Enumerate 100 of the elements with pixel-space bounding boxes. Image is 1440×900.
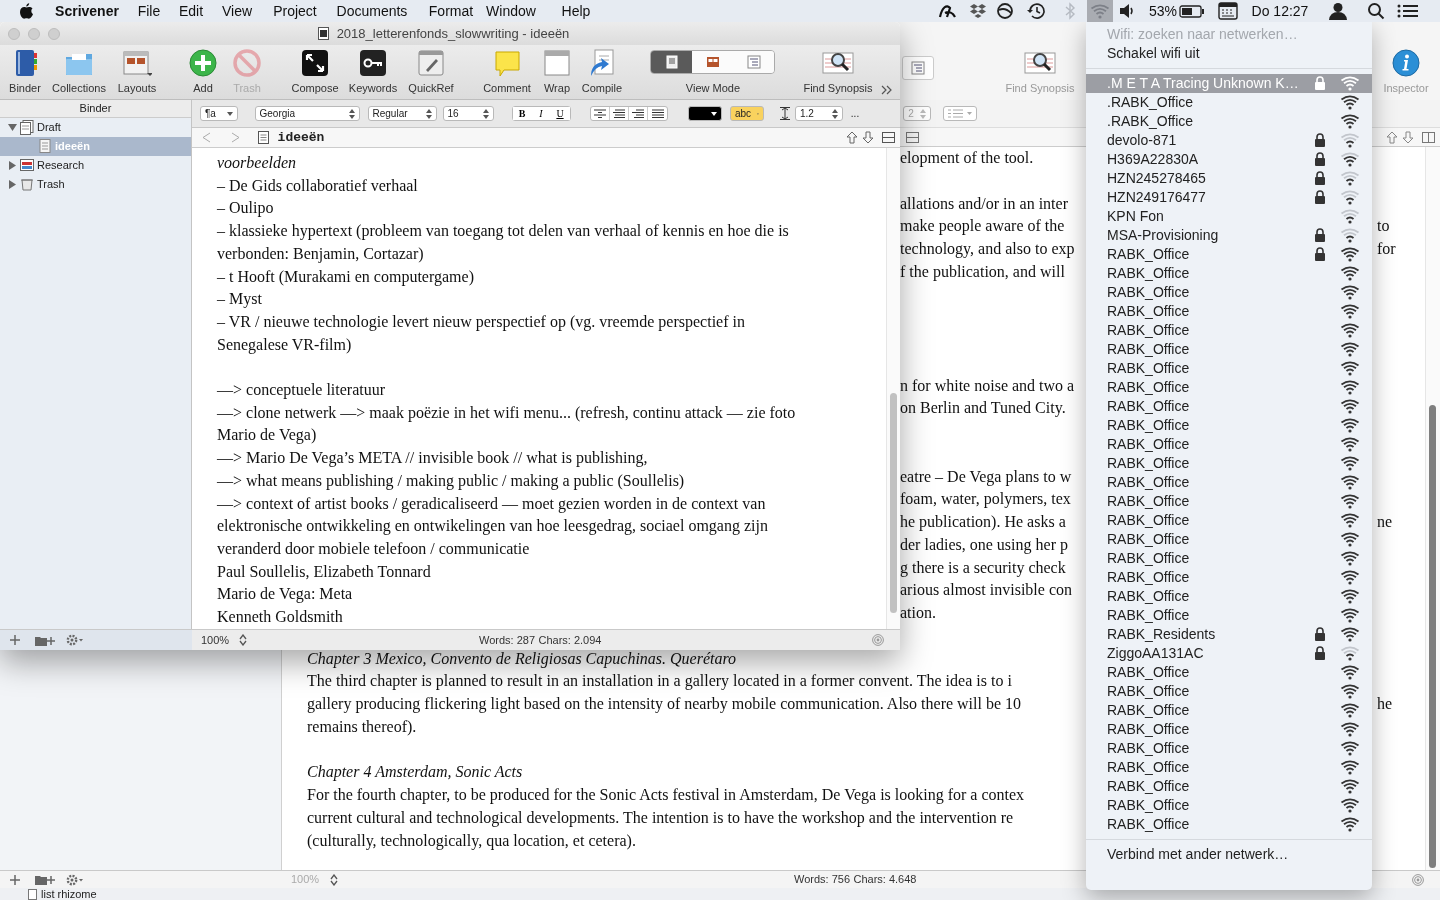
more-icon[interactable] <box>880 84 893 96</box>
gear-icon[interactable] <box>66 873 84 886</box>
network-item[interactable]: RABK_Office <box>1086 283 1372 302</box>
folder-plus-icon[interactable] <box>35 634 55 646</box>
more-options[interactable]: ... <box>850 106 860 121</box>
toolbar-button-label[interactable]: Layouts <box>117 79 157 96</box>
menu-item[interactable]: Help <box>561 0 591 22</box>
network-item[interactable]: HZN249176477 <box>1086 188 1372 207</box>
network-item[interactable]: devolo-871 <box>1086 131 1372 150</box>
network-item[interactable]: RABK_Office <box>1086 530 1372 549</box>
split-icon[interactable] <box>881 132 895 143</box>
network-item[interactable]: RABK_Residents <box>1086 625 1372 644</box>
toolbar-button-label[interactable]: Comment <box>483 79 531 96</box>
disclosure-triangle[interactable] <box>8 161 17 170</box>
menu-item[interactable]: Verbind met ander netwerk… <box>1086 845 1372 864</box>
network-item[interactable]: RABK_Office <box>1086 796 1372 815</box>
up-arrow-icon[interactable] <box>846 131 858 144</box>
down-arrow-icon[interactable] <box>862 131 874 144</box>
view-mode-segment[interactable] <box>692 50 734 73</box>
network-item[interactable]: RABK_Office <box>1086 511 1372 530</box>
network-item[interactable]: RABK_Office <box>1086 549 1372 568</box>
binder-item[interactable]: Trash <box>37 176 65 193</box>
up-arrow-icon[interactable] <box>1386 130 1398 144</box>
typeface-popup[interactable]: Regular <box>367 106 437 121</box>
binder-item[interactable]: Draft <box>37 119 61 136</box>
network-item[interactable]: RABK_Office <box>1086 245 1372 264</box>
network-item[interactable]: KPN Fon <box>1086 207 1372 226</box>
disclosure-triangle[interactable] <box>8 180 17 189</box>
toolbar-button-label[interactable]: Add <box>193 79 213 96</box>
network-item[interactable]: MSA-Provisioning <box>1086 226 1372 245</box>
toolbar-button-label[interactable]: Binder <box>9 79 41 96</box>
boxes-icon[interactable] <box>969 3 987 19</box>
split-icon[interactable] <box>1421 131 1435 143</box>
font-popup[interactable]: Georgia <box>254 106 360 121</box>
network-item[interactable]: RABK_Office <box>1086 682 1372 701</box>
network-item[interactable]: RABK_Office <box>1086 340 1372 359</box>
align-right-icon[interactable] <box>632 108 644 119</box>
menu-item[interactable]: Project <box>273 0 317 22</box>
toolbar-button-label[interactable]: Find Synopsis <box>803 79 873 96</box>
speaker-icon[interactable] <box>1118 3 1136 19</box>
network-item[interactable]: RABK_Office <box>1086 606 1372 625</box>
network-item[interactable]: RABK_Office <box>1086 378 1372 397</box>
align-justify-icon[interactable] <box>651 108 664 119</box>
align-left-icon[interactable] <box>594 108 606 119</box>
network-item[interactable]: RABK_Office <box>1086 473 1372 492</box>
user-icon[interactable] <box>1328 2 1348 20</box>
menu-item[interactable]: View <box>221 0 253 22</box>
network-item[interactable]: RABK_Office <box>1086 701 1372 720</box>
font-size-popup[interactable]: 16 <box>442 106 494 121</box>
network-item[interactable]: .RABK_Office <box>1086 112 1372 131</box>
binder-item[interactable]: list rhizome <box>41 888 97 900</box>
battery-icon[interactable] <box>1179 4 1205 18</box>
circle-icon[interactable] <box>996 2 1014 20</box>
toolbar-button-label[interactable]: Wrap <box>543 79 570 96</box>
swoosh-icon[interactable] <box>938 3 958 19</box>
toolbar-button-label[interactable]: Compose <box>291 79 339 96</box>
network-item[interactable]: RABK_Office <box>1086 663 1372 682</box>
network-item[interactable]: RABK_Office <box>1086 758 1372 777</box>
network-item[interactable]: RABK_Office <box>1086 777 1372 796</box>
menu-item[interactable]: Window <box>486 0 536 22</box>
network-item[interactable]: RABK_Office <box>1086 416 1372 435</box>
menu-item[interactable]: Format <box>428 0 474 22</box>
gear-icon[interactable] <box>66 634 84 646</box>
align-center-icon[interactable] <box>613 108 625 119</box>
menu-item[interactable]: Documents <box>336 0 408 22</box>
plus-icon[interactable] <box>10 635 20 645</box>
history-icon[interactable] <box>1026 2 1046 20</box>
plus-icon[interactable] <box>10 874 20 885</box>
line-spacing-stepper[interactable]: 1.2 <box>795 106 843 121</box>
paragraph-style-popup[interactable]: ¶a <box>200 106 238 121</box>
apple-icon[interactable] <box>19 3 33 19</box>
network-item[interactable]: RABK_Office <box>1086 454 1372 473</box>
menu-item[interactable]: Schakel wifi uit <box>1086 44 1372 63</box>
network-item[interactable]: RABK_Office <box>1086 321 1372 340</box>
view-mode-control[interactable] <box>650 49 776 74</box>
menu-item[interactable]: File <box>137 0 161 22</box>
disclosure-triangle[interactable] <box>8 123 17 132</box>
menu-item[interactable]: Edit <box>178 0 204 22</box>
network-item[interactable]: ZiggoAA131AC <box>1086 644 1372 663</box>
toolbar-button-label[interactable]: Keywords <box>348 79 398 96</box>
menubar-clock[interactable]: Do 12:27 <box>1251 0 1309 22</box>
network-item[interactable]: RABK_Office <box>1086 397 1372 416</box>
network-item[interactable]: H369A22830A <box>1086 150 1372 169</box>
network-item[interactable]: RABK_Office <box>1086 739 1372 758</box>
toolbar-button-label[interactable]: Collections <box>52 79 106 96</box>
down-arrow-icon[interactable] <box>1402 130 1414 144</box>
network-item[interactable]: RABK_Office <box>1086 359 1372 378</box>
keyboard-viewer-icon[interactable] <box>1218 2 1238 20</box>
split-icon[interactable] <box>905 131 919 143</box>
toolbar-button-label[interactable]: Compile <box>581 79 623 96</box>
network-item[interactable]: RABK_Office <box>1086 302 1372 321</box>
zoom-level[interactable]: 100% <box>200 631 230 649</box>
scrollbar-thumb[interactable] <box>890 393 897 613</box>
view-mode-segment[interactable] <box>651 50 693 73</box>
highlight-color-well[interactable]: abc <box>730 106 764 121</box>
search-icon[interactable] <box>1367 2 1385 20</box>
stepper-icon[interactable] <box>330 873 338 886</box>
network-item[interactable]: RABK_Office <box>1086 587 1372 606</box>
network-item[interactable]: RABK_Office <box>1086 815 1372 834</box>
scrollbar-thumb[interactable] <box>1429 405 1436 868</box>
